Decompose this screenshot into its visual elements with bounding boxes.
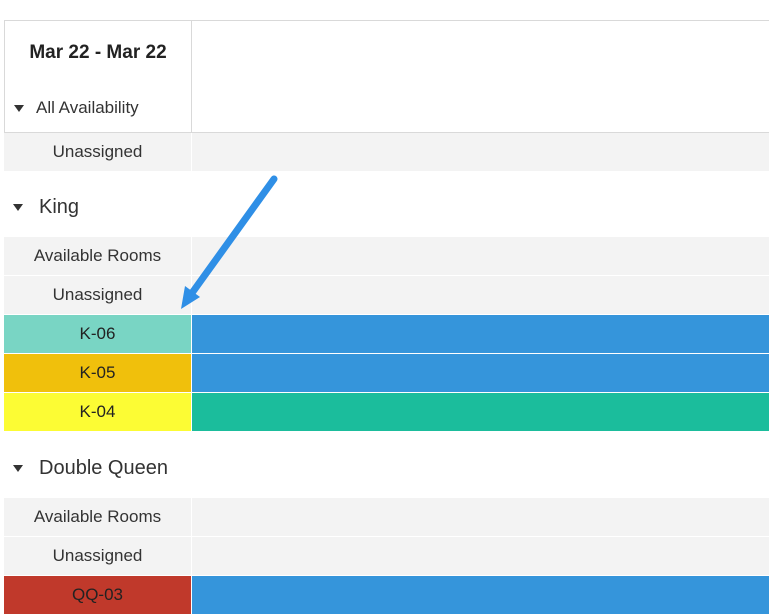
column-divider [191,498,192,536]
column-divider [191,276,192,314]
all-availability-label: All Availability [36,98,139,117]
reservation-bar[interactable] [192,354,769,392]
room-row-qq03: QQ-03 [4,576,769,614]
unassigned-row: Unassigned [4,276,769,314]
column-divider [191,237,192,275]
available-rooms-label: Available Rooms [33,246,162,265]
unassigned-label: Unassigned [52,546,143,565]
available-rooms-row: Available Rooms [4,498,769,536]
caret-down-icon[interactable] [13,464,23,472]
column-divider [191,537,192,575]
group-name: King [39,195,80,218]
calendar-header-row: Mar 22 - Mar 22 [4,20,769,85]
all-availability-toggle[interactable]: All Availability [4,84,192,132]
reservation-bar[interactable] [192,315,769,353]
unassigned-row: Unassigned [4,537,769,575]
reservation-bar[interactable] [192,393,769,431]
caret-down-icon[interactable] [14,104,24,112]
unassigned-label: Unassigned [52,285,143,304]
room-label[interactable]: QQ-03 [4,576,191,614]
room-row-k04: K-04 [4,393,769,431]
available-rooms-label: Available Rooms [33,507,162,526]
caret-down-icon[interactable] [13,203,23,211]
room-row-k06: K-06 [4,315,769,353]
room-label[interactable]: K-04 [4,393,191,431]
unassigned-label: Unassigned [52,142,143,161]
room-row-k05: K-05 [4,354,769,392]
unassigned-row: Unassigned [4,133,769,171]
reservation-bar[interactable] [192,576,769,614]
availability-calendar: Mar 22 - Mar 22 All Availability Unassig… [0,0,769,614]
date-range-label[interactable]: Mar 22 - Mar 22 [4,21,192,84]
group-name: Double Queen [39,456,168,479]
column-divider [191,133,192,171]
available-rooms-row: Available Rooms [4,237,769,275]
all-availability-row: All Availability [4,84,769,133]
group-header-double-queen[interactable]: Double Queen [4,448,769,488]
group-header-king[interactable]: King [4,187,769,227]
room-label[interactable]: K-05 [4,354,191,392]
room-label[interactable]: K-06 [4,315,191,353]
